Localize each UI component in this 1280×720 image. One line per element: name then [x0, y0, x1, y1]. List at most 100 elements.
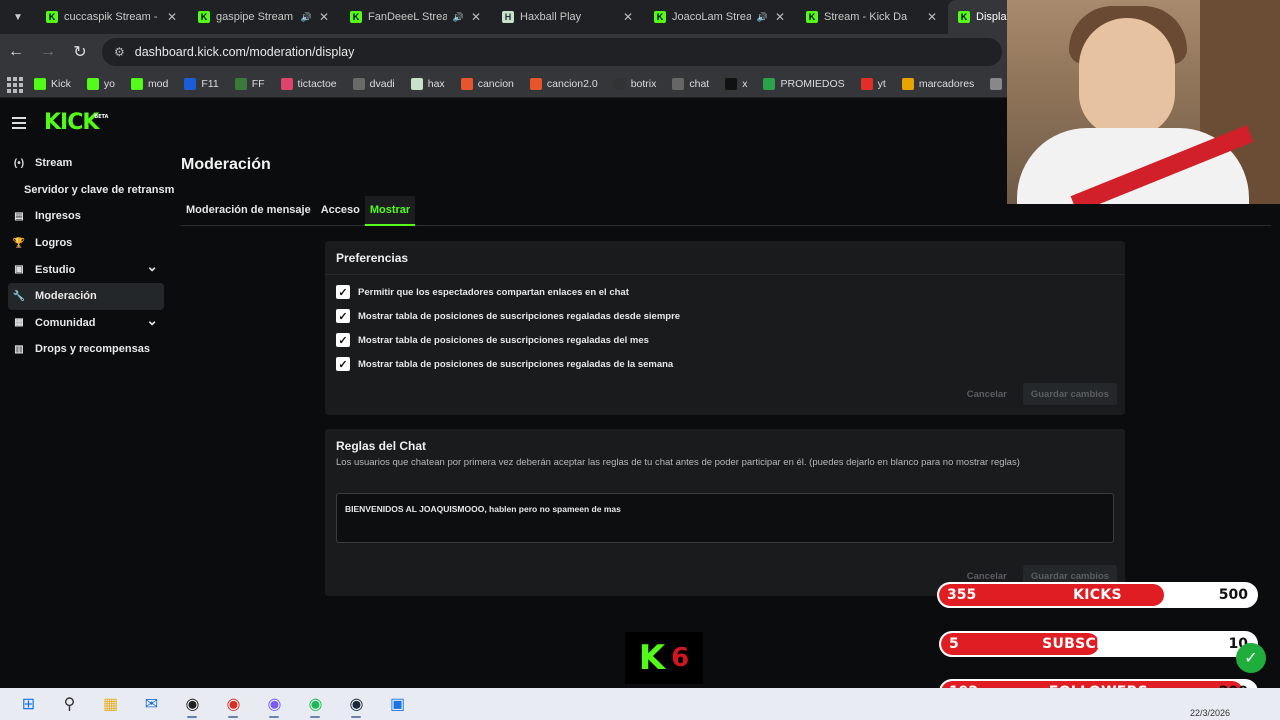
- wrench-icon: 🔧: [12, 290, 26, 302]
- browser-tab[interactable]: Kcuccaspik Stream - K ✕: [36, 0, 188, 34]
- bookmark-item[interactable]: yo: [79, 77, 123, 90]
- close-tab-icon[interactable]: ✕: [318, 10, 330, 24]
- close-tab-icon[interactable]: ✕: [622, 10, 634, 24]
- file-explorer-icon[interactable]: ▦: [90, 688, 131, 720]
- menu-icon[interactable]: [12, 116, 26, 129]
- bookmark-favicon-icon: [725, 77, 738, 90]
- bookmark-item[interactable]: F11: [176, 77, 226, 90]
- sidebar-item-label: Servidor y clave de retransm: [24, 183, 175, 196]
- bookmark-item[interactable]: botrix: [606, 77, 665, 90]
- checkbox[interactable]: ✓: [336, 333, 350, 347]
- sidebar-item[interactable]: ▣ Estudio ⌄: [8, 256, 164, 283]
- chevron-down-icon: ⌄: [146, 258, 158, 275]
- bookmark-item[interactable]: chat: [664, 77, 717, 90]
- goal-current: 355: [947, 587, 977, 603]
- discord-icon[interactable]: ◉: [254, 688, 295, 720]
- steam-icon[interactable]: ◉: [336, 688, 377, 720]
- taskbar-date: 22/3/2026: [1189, 708, 1230, 718]
- browser-tab[interactable]: Kgaspipe Stream 🔊 ✕: [188, 0, 340, 34]
- chat-rules-input[interactable]: BIENVENIDOS AL JOAQUISMOOO, hablen pero …: [336, 493, 1114, 543]
- checkbox[interactable]: ✓: [336, 357, 350, 371]
- windows-taskbar: ⊞ ⚲ ▦ ✉ ◉ ◉ ◉ ◉ ◉ ▣ 22/3/2026: [0, 688, 1280, 720]
- tab-title: Stream - Kick Da: [824, 11, 908, 23]
- address-bar[interactable]: ⚙ dashboard.kick.com/moderation/display: [102, 38, 1002, 66]
- preferences-cancel-button[interactable]: Cancelar: [959, 383, 1015, 405]
- bookmark-item[interactable]: cancion2.0: [522, 77, 606, 90]
- bookmark-label: yo: [103, 77, 115, 90]
- checkbox[interactable]: ✓: [336, 285, 350, 299]
- app-installer-icon[interactable]: ▣: [377, 688, 418, 720]
- bookmark-item[interactable]: tictactoe: [273, 77, 345, 90]
- bookmark-favicon-icon: [34, 77, 46, 90]
- close-tab-icon[interactable]: ✕: [926, 10, 938, 24]
- bookmark-item[interactable]: FF: [227, 77, 273, 90]
- site-info-icon[interactable]: ⚙: [114, 45, 125, 59]
- sidebar-item[interactable]: ▦ Comunidad ⌄: [8, 310, 164, 337]
- sidebar-item[interactable]: ▤ Ingresos: [8, 203, 164, 230]
- kick-logo[interactable]: KICK BETA: [44, 110, 108, 135]
- browser-tab[interactable]: K JoacoLam Stream 🔊 ✕: [644, 0, 796, 34]
- check-badge-icon: ✓: [1236, 643, 1266, 673]
- kick-favicon-icon: K: [958, 11, 970, 23]
- kick-favicon-icon: K: [198, 11, 210, 23]
- speaker-icon[interactable]: 🔊: [453, 12, 464, 23]
- sidebar-item-label: Comunidad: [35, 316, 96, 329]
- windows-start-icon[interactable]: ⊞: [8, 688, 49, 720]
- spotify-icon[interactable]: ◉: [295, 688, 336, 720]
- browser-tab[interactable]: K FanDeeeL Stream 🔊 ✕: [340, 0, 492, 34]
- speaker-icon[interactable]: 🔊: [301, 12, 312, 23]
- bookmark-item[interactable]: x: [717, 77, 755, 90]
- apps-grid-icon[interactable]: [6, 76, 23, 93]
- moderation-tab[interactable]: Moderación de mensaje: [181, 196, 316, 226]
- webcam-feed: [1007, 0, 1280, 204]
- bookmark-label: PROMIEDOS: [780, 77, 845, 90]
- outlook-icon[interactable]: ✉: [131, 688, 172, 720]
- bookmark-label: chat: [689, 77, 710, 90]
- checkbox[interactable]: ✓: [336, 309, 350, 323]
- close-tab-icon[interactable]: ✕: [774, 10, 786, 24]
- taskbar-search-icon[interactable]: ⚲: [49, 688, 90, 720]
- preferences-save-button[interactable]: Guardar cambios: [1022, 383, 1117, 405]
- bookmark-item[interactable]: mod: [123, 77, 176, 90]
- tabs-container: Kcuccaspik Stream - K ✕ Kgaspipe Stream 🔊 ✕ K…: [36, 0, 1100, 34]
- moderation-tab[interactable]: Acceso: [316, 196, 365, 226]
- browser-tab[interactable]: K Stream - Kick Da ✕: [796, 0, 948, 34]
- bookmark-item[interactable]: Kick: [26, 77, 79, 90]
- speaker-icon[interactable]: 🔊: [757, 12, 768, 23]
- sidebar-item[interactable]: ▥ Drops y recompensas: [8, 336, 164, 363]
- moderation-tab[interactable]: Mostrar: [364, 196, 416, 226]
- browser-tab[interactable]: H Haxball Play ✕: [492, 0, 644, 34]
- bookmark-favicon-icon: [130, 77, 143, 90]
- tab-search-button[interactable]: ▼: [6, 5, 30, 29]
- bookmark-favicon-icon: [460, 77, 473, 90]
- chat-rules-description: Los usuarios que chatean por primera vez…: [336, 457, 1020, 468]
- chrome-icon[interactable]: ◉: [213, 688, 254, 720]
- trophy-icon: 🏆: [12, 237, 26, 249]
- close-tab-icon[interactable]: ✕: [470, 10, 482, 24]
- reload-button[interactable]: ↻: [64, 36, 96, 68]
- sidebar-item[interactable]: (•) Stream: [8, 150, 164, 177]
- bookmark-favicon-icon: [234, 77, 247, 90]
- forward-button[interactable]: →: [32, 36, 64, 68]
- sidebar-item[interactable]: Servidor y clave de retransm: [8, 177, 174, 204]
- tab-title: gaspipe Stream: [216, 11, 294, 23]
- close-tab-icon[interactable]: ✕: [166, 10, 178, 24]
- bookmark-item[interactable]: cancion: [453, 77, 522, 90]
- bookmark-item[interactable]: dvadi: [345, 77, 403, 90]
- bookmark-item[interactable]: hax: [403, 77, 453, 90]
- goal-bar: SUBSCRIBERS 5 10: [939, 631, 1258, 657]
- bookmark-label: yt: [877, 77, 886, 90]
- obs-icon[interactable]: ◉: [172, 688, 213, 720]
- sidebar-item[interactable]: 🏆 Logros: [8, 230, 164, 257]
- back-button[interactable]: ←: [0, 36, 32, 68]
- bookmark-label: cancion2.0: [546, 77, 598, 90]
- sidebar-item-label: Ingresos: [35, 210, 81, 223]
- bookmark-item[interactable]: marcadores: [894, 77, 982, 90]
- sidebar-item[interactable]: 🔧 Moderación: [8, 282, 164, 310]
- webcam-person-face: [1079, 18, 1175, 136]
- bookmark-item[interactable]: PROMIEDOS: [755, 77, 852, 90]
- tab-title: JoacoLam Stream: [672, 11, 751, 23]
- sidebar-item-label: Estudio: [35, 263, 76, 276]
- sidebar-item-label: Logros: [35, 237, 73, 250]
- bookmark-item[interactable]: yt: [853, 77, 894, 90]
